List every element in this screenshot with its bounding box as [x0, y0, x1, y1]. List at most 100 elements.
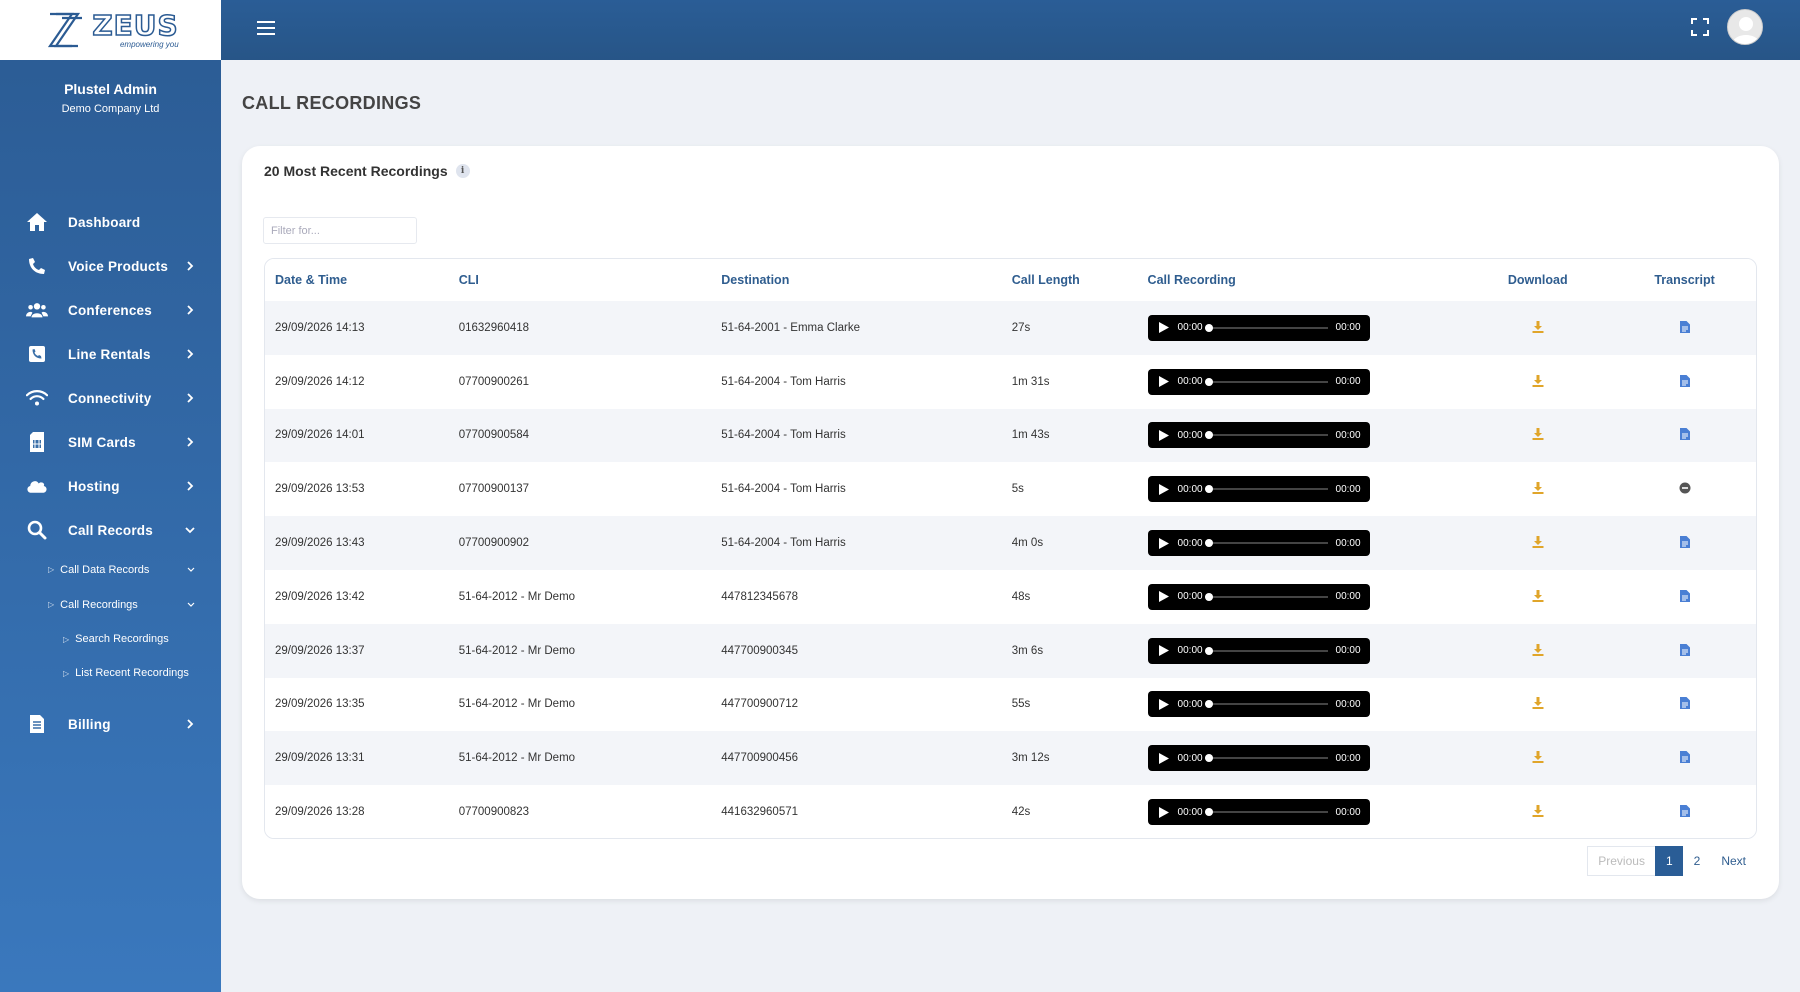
sidebar-subitem-search-recordings[interactable]: ▷ Search Recordings	[0, 622, 221, 656]
transcript-icon[interactable]	[1678, 427, 1692, 441]
pagination-next[interactable]: Next	[1710, 846, 1757, 876]
download-icon[interactable]	[1531, 535, 1545, 549]
chevron-right-icon	[185, 305, 195, 315]
play-button[interactable]	[1158, 806, 1170, 818]
cell-call-length: 48s	[1011, 590, 1031, 603]
sidebar-item-connectivity[interactable]: Connectivity	[0, 376, 221, 420]
seek-bar[interactable]	[1204, 539, 1328, 548]
seek-handle[interactable]	[1204, 377, 1213, 386]
seek-bar[interactable]	[1204, 592, 1328, 601]
column-header-destination[interactable]: Destination	[711, 259, 1001, 301]
sidebar-item-call-records[interactable]: Call Records	[0, 508, 221, 552]
pagination-page-2[interactable]: 2	[1682, 846, 1712, 876]
menu-toggle-button[interactable]	[256, 19, 276, 39]
cell-transcript	[1613, 409, 1756, 463]
sidebar-item-label: Call Records	[68, 522, 153, 538]
download-icon[interactable]	[1531, 696, 1545, 710]
transcript-icon[interactable]	[1678, 589, 1692, 603]
seek-bar[interactable]	[1204, 700, 1328, 709]
user-company: Demo Company Ltd	[61, 103, 160, 115]
info-icon[interactable]: i	[455, 164, 470, 178]
transcript-icon[interactable]	[1678, 804, 1692, 818]
sidebar-item-label: SIM Cards	[68, 434, 136, 450]
phone-square-icon	[26, 343, 48, 365]
play-button[interactable]	[1158, 537, 1170, 549]
play-button[interactable]	[1158, 645, 1170, 657]
fullscreen-button[interactable]	[1691, 18, 1709, 36]
transcript-icon[interactable]	[1678, 374, 1692, 388]
seek-bar[interactable]	[1204, 808, 1328, 817]
sidebar-item-sim-cards[interactable]: SIM Cards	[0, 420, 221, 464]
seek-bar[interactable]	[1204, 323, 1328, 332]
sidebar-item-billing[interactable]: Billing	[0, 702, 221, 746]
transcript-icon[interactable]	[1678, 320, 1692, 334]
seek-handle[interactable]	[1204, 646, 1213, 655]
play-icon	[1158, 483, 1169, 495]
download-icon[interactable]	[1531, 374, 1545, 388]
sidebar-subitem-call-data-records[interactable]: ▷ Call Data Records	[0, 552, 221, 587]
seek-bar[interactable]	[1204, 431, 1328, 440]
card-title: 20 Most Recent Recordings i	[264, 163, 470, 179]
sidebar-item-hosting[interactable]: Hosting	[0, 464, 221, 508]
transcript-icon[interactable]	[1678, 750, 1692, 764]
column-header-transcript[interactable]: Transcript	[1613, 259, 1756, 301]
seek-handle[interactable]	[1204, 700, 1213, 709]
download-icon[interactable]	[1531, 643, 1545, 657]
user-avatar[interactable]	[1727, 9, 1763, 45]
sidebar-item-label: Billing	[68, 716, 111, 732]
duration-time: 00:00	[1335, 322, 1361, 334]
sidebar-subitem-call-recordings[interactable]: ▷ Call Recordings	[0, 587, 221, 622]
seek-bar[interactable]	[1204, 754, 1328, 763]
sidebar-item-conferences[interactable]: Conferences	[0, 288, 221, 332]
cloud-icon	[26, 475, 48, 497]
sidebar-subitem-list-recent-recordings[interactable]: ▷ List Recent Recordings	[0, 656, 221, 690]
seek-bar[interactable]	[1204, 646, 1328, 655]
cell-download	[1462, 570, 1613, 624]
sidebar-item-dashboard[interactable]: Dashboard	[0, 200, 221, 244]
sidebar-item-label: Line Rentals	[68, 346, 151, 362]
seek-bar[interactable]	[1204, 485, 1328, 494]
seek-handle[interactable]	[1204, 808, 1213, 817]
column-header-cli[interactable]: CLI	[449, 259, 712, 301]
transcript-icon[interactable]	[1678, 535, 1692, 549]
pagination-page-1[interactable]: 1	[1654, 846, 1684, 876]
sidebar-item-voice-products[interactable]: Voice Products	[0, 244, 221, 288]
play-button[interactable]	[1158, 376, 1170, 388]
download-icon[interactable]	[1531, 427, 1545, 441]
download-icon[interactable]	[1531, 804, 1545, 818]
seek-handle[interactable]	[1204, 431, 1213, 440]
column-header-date-time[interactable]: Date & Time	[265, 259, 449, 301]
play-button[interactable]	[1158, 698, 1170, 710]
column-header-call-recording[interactable]: Call Recording	[1138, 259, 1463, 301]
download-icon[interactable]	[1531, 320, 1545, 334]
zeus-logo-icon	[48, 12, 83, 48]
cell-call-length: 5s	[1011, 483, 1024, 496]
play-button[interactable]	[1158, 429, 1170, 441]
sidebar-nav: Dashboard Voice Products Conferences Lin…	[0, 200, 221, 746]
seek-handle[interactable]	[1204, 592, 1213, 601]
seek-handle[interactable]	[1204, 323, 1213, 332]
zeus-logo[interactable]: ZEUS empowering you	[42, 10, 179, 50]
download-icon[interactable]	[1531, 481, 1545, 495]
duration-time: 00:00	[1335, 429, 1361, 441]
play-button[interactable]	[1158, 591, 1170, 603]
transcript-icon[interactable]	[1678, 696, 1692, 710]
play-button[interactable]	[1158, 483, 1170, 495]
sidebar-item-line-rentals[interactable]: Line Rentals	[0, 332, 221, 376]
cell-cli: 07700900137	[458, 483, 530, 496]
column-header-call-length[interactable]: Call Length	[1002, 259, 1138, 301]
seek-handle[interactable]	[1204, 539, 1213, 548]
seek-handle[interactable]	[1204, 485, 1213, 494]
play-button[interactable]	[1158, 322, 1170, 334]
play-button[interactable]	[1158, 752, 1170, 764]
seek-bar[interactable]	[1204, 377, 1328, 386]
seek-handle[interactable]	[1204, 754, 1213, 763]
pagination-previous[interactable]: Previous	[1587, 846, 1656, 876]
download-icon[interactable]	[1531, 750, 1545, 764]
download-icon[interactable]	[1531, 589, 1545, 603]
filter-input[interactable]	[263, 217, 417, 244]
card-title-text: 20 Most Recent Recordings	[264, 163, 448, 179]
transcript-icon[interactable]	[1678, 643, 1692, 657]
current-time: 00:00	[1177, 537, 1203, 549]
column-header-download[interactable]: Download	[1462, 259, 1613, 301]
